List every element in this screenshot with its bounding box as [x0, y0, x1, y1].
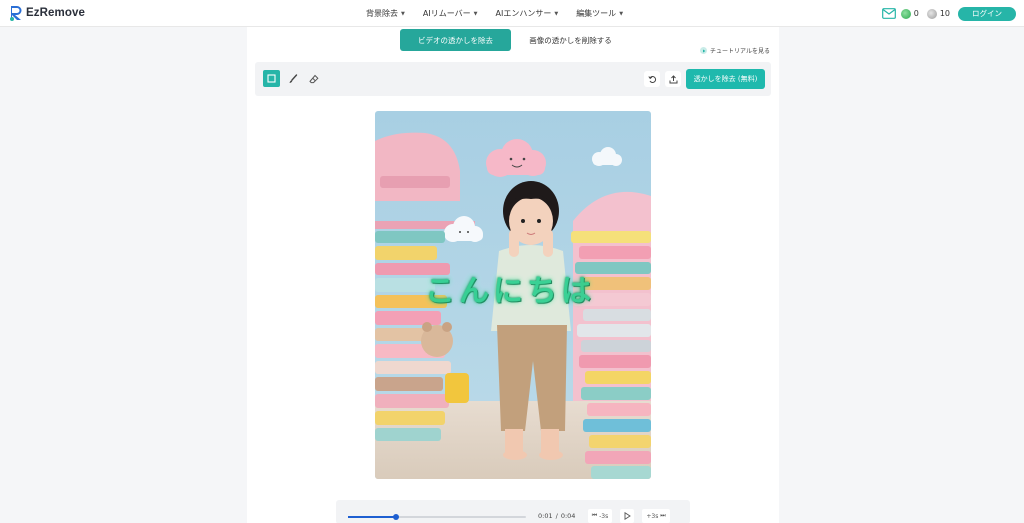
brush-icon	[289, 73, 297, 83]
forward-label: +3s	[646, 512, 659, 520]
top-header: EzRemove 背景除去 ▼ AIリムーバー ▼ AIエンハンサー ▼ 編集ツール ▼…	[0, 0, 1024, 27]
square-icon	[267, 74, 276, 83]
skip-forward-icon: ⏭	[660, 512, 666, 519]
undo-button[interactable]	[644, 71, 660, 87]
eraser-tool[interactable]	[305, 70, 322, 87]
green-coin-icon	[900, 8, 911, 19]
tab-video-watermark[interactable]: ビデオの透かしを除去	[400, 29, 511, 51]
total-time: 0:04	[560, 512, 576, 520]
nav-edit-tools[interactable]: 編集ツール ▼	[576, 8, 623, 19]
logo[interactable]: EzRemove	[9, 5, 85, 21]
header-right: 0 10 ログイン	[881, 4, 1016, 23]
play-icon	[624, 512, 631, 520]
nav-ai-enhancer[interactable]: AIエンハンサー ▼	[495, 8, 558, 19]
gray-coin-icon	[926, 8, 937, 19]
mode-tabs: ビデオの透かしを除去 画像の透かしを削除する	[400, 29, 630, 51]
nav-ai-remover[interactable]: AIリムーバー ▼	[423, 8, 478, 19]
brush-tool[interactable]	[284, 70, 301, 87]
play-button[interactable]	[620, 509, 634, 523]
editor-panel: ビデオの透かしを除去 画像の透かしを削除する チュートリアルを見る 透かしを除去…	[247, 27, 779, 523]
green-credit-count: 0	[913, 9, 919, 18]
caret-down-icon: ▼	[401, 10, 405, 17]
nav-label: 編集ツール	[576, 9, 617, 18]
nav-background-removal[interactable]: 背景除去 ▼	[366, 8, 405, 19]
login-button[interactable]: ログイン	[958, 6, 1016, 21]
caret-down-icon: ▼	[554, 10, 559, 17]
gray-credits: 10	[926, 8, 950, 19]
edit-toolbar: 透かしを除去 (無料)	[255, 62, 771, 96]
forward-3s-button[interactable]: +3s ⏭	[642, 509, 670, 523]
logo-icon	[10, 6, 22, 21]
green-credits: 0	[900, 8, 919, 19]
caret-down-icon: ▼	[473, 10, 478, 17]
gray-credit-count: 10	[939, 9, 950, 18]
nav-label: AIリムーバー	[422, 9, 471, 18]
brand-name: EzRemove	[26, 7, 85, 19]
rewind-label: -3s	[599, 512, 609, 520]
mail-icon[interactable]	[881, 8, 896, 19]
tutorial-label: チュートリアルを見る	[710, 48, 770, 55]
main-nav: 背景除去 ▼ AIリムーバー ▼ AIエンハンサー ▼ 編集ツール ▼	[366, 0, 623, 27]
time-display: 0:01 / 0:04	[538, 512, 575, 520]
nav-label: AIエンハンサー	[495, 9, 552, 18]
rectangle-select-tool[interactable]	[263, 70, 280, 87]
skip-back-icon: ⏮	[591, 512, 598, 519]
remove-watermark-button[interactable]: 透かしを除去 (無料)	[686, 69, 765, 89]
progress-track[interactable]	[348, 514, 526, 520]
nav-label: 背景除去	[366, 9, 398, 18]
tab-image-watermark[interactable]: 画像の透かしを削除する	[511, 29, 630, 51]
rewind-3s-button[interactable]: ⏮ -3s	[588, 509, 612, 523]
progress-fill	[348, 516, 397, 518]
upload-button[interactable]	[665, 71, 681, 87]
upload-icon	[669, 74, 677, 83]
current-time: 0:01	[538, 512, 553, 520]
tutorial-link[interactable]: チュートリアルを見る	[700, 46, 770, 55]
video-preview[interactable]: こんにちは	[375, 111, 651, 479]
undo-icon	[647, 75, 656, 83]
progress-handle[interactable]	[393, 514, 400, 520]
play-circle-icon	[700, 47, 707, 54]
watermark-overlay-text: こんにちは	[425, 274, 595, 309]
eraser-icon	[308, 74, 319, 83]
time-separator: /	[555, 512, 558, 520]
caret-down-icon: ▼	[619, 10, 624, 17]
video-player-controls: 0:01 / 0:04 ⏮ -3s +3s ⏭	[336, 500, 690, 523]
